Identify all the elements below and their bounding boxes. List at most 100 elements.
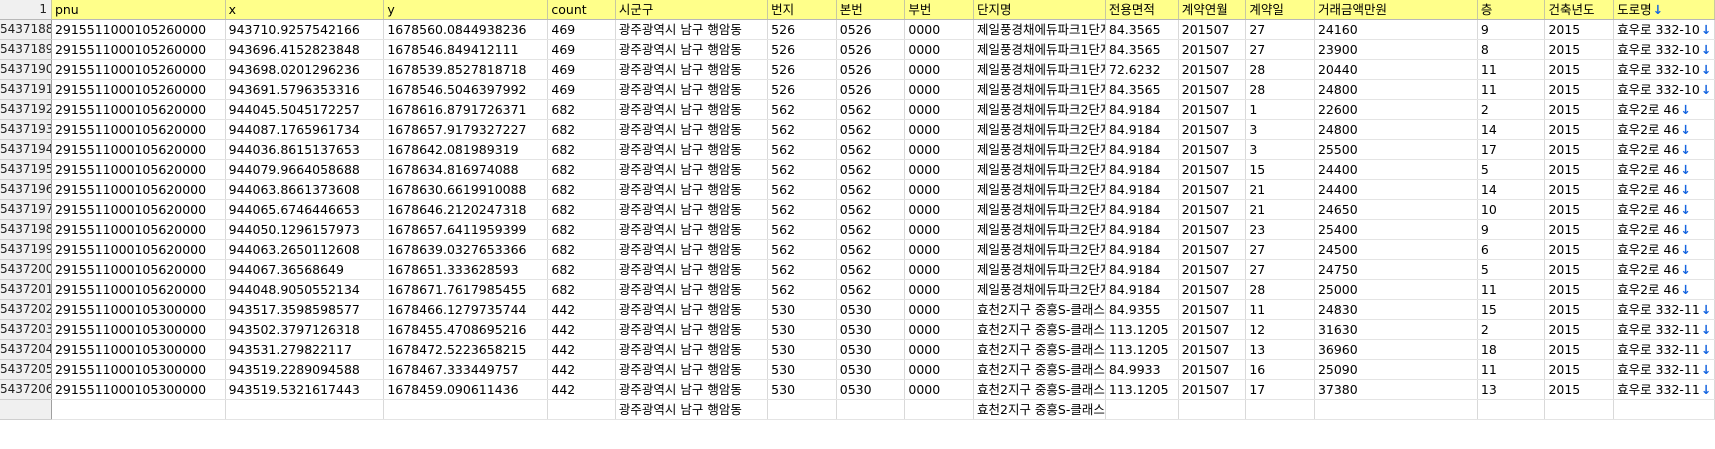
cell-bonbun[interactable]: 0530 bbox=[836, 379, 906, 401]
cell-count[interactable]: 442 bbox=[547, 319, 616, 341]
row-header[interactable]: 5437189 bbox=[0, 39, 52, 61]
cell-y[interactable]: 1678560.0844938236 bbox=[383, 19, 549, 41]
row-header[interactable]: 5437199 bbox=[0, 239, 52, 261]
cell-bubun[interactable]: 0000 bbox=[904, 79, 974, 101]
cell-contract-day[interactable]: 15 bbox=[1245, 159, 1315, 181]
cell-complex-name[interactable]: 효천2지구 중흥S-클래스 bbox=[973, 319, 1106, 341]
cell-contract-day[interactable]: 3 bbox=[1245, 139, 1315, 161]
cell-y[interactable]: 1678616.8791726371 bbox=[383, 99, 549, 121]
cell-floor[interactable]: 2 bbox=[1477, 99, 1546, 121]
cell-road-name[interactable]: 효우2로 46↓ bbox=[1613, 139, 1715, 161]
cell-bubun[interactable]: 0000 bbox=[904, 99, 974, 121]
cell-bonbun[interactable]: 0526 bbox=[836, 39, 906, 61]
cell-complex-name[interactable]: 효천2지구 중흥S-클래스 bbox=[973, 359, 1106, 381]
column-header-built-year[interactable]: 건축년도 bbox=[1544, 0, 1615, 21]
cell-pnu[interactable]: 2915511000105620000 bbox=[51, 119, 226, 141]
cell-bunji[interactable]: 526 bbox=[767, 19, 837, 41]
cell-y[interactable]: 1678455.4708695216 bbox=[383, 319, 549, 341]
cell-floor[interactable]: 9 bbox=[1477, 219, 1546, 241]
cell-floor[interactable]: 9 bbox=[1477, 19, 1546, 41]
cell-price[interactable]: 24800 bbox=[1314, 119, 1478, 141]
cell-y[interactable]: 1678642.081989319 bbox=[383, 139, 549, 161]
cell-y[interactable]: 1678546.849412111 bbox=[383, 39, 549, 61]
cell-contract-day[interactable]: 28 bbox=[1245, 279, 1315, 301]
row-header[interactable]: 5437190 bbox=[0, 59, 52, 81]
cell-count[interactable]: 682 bbox=[547, 139, 616, 161]
cell-contract-day[interactable]: 16 bbox=[1245, 359, 1315, 381]
cell-road-name[interactable]: 효우로 332-11↓ bbox=[1613, 299, 1715, 321]
cell-complex-name[interactable]: 제일풍경채에듀파크2단지 bbox=[973, 179, 1106, 201]
cell-road-name[interactable]: 효우로 332-10↓ bbox=[1613, 79, 1715, 101]
cell-built-year[interactable]: 2015 bbox=[1544, 319, 1615, 341]
cell-road-name[interactable]: 효우2로 46↓ bbox=[1613, 99, 1715, 121]
cell-bunji[interactable]: 562 bbox=[767, 239, 837, 261]
cell-bunji[interactable]: 530 bbox=[767, 359, 837, 381]
cell-x[interactable]: 944065.6746446653 bbox=[225, 199, 385, 221]
cell-bunji[interactable]: 530 bbox=[767, 339, 837, 361]
cell-bonbun[interactable]: 0526 bbox=[836, 79, 906, 101]
column-header-contract-day[interactable]: 계약일 bbox=[1245, 0, 1315, 21]
cell-complex-name[interactable]: 제일풍경채에듀파크2단지 bbox=[973, 199, 1106, 221]
cell-contract-day[interactable]: 13 bbox=[1245, 339, 1315, 361]
cell-built-year[interactable]: 2015 bbox=[1544, 39, 1615, 61]
cell-sigungu[interactable]: 광주광역시 남구 행암동 bbox=[615, 99, 769, 121]
cell-x[interactable]: 944067.36568649 bbox=[225, 259, 385, 281]
row-header[interactable]: 5437193 bbox=[0, 119, 52, 141]
cell-contract-ym[interactable]: 201507 bbox=[1178, 339, 1247, 361]
cell-road-name[interactable]: 효우2로 46↓ bbox=[1613, 239, 1715, 261]
cell-complex-name[interactable]: 제일풍경채에듀파크1단지 bbox=[973, 59, 1106, 81]
cell-x[interactable]: 943519.2289094588 bbox=[225, 359, 385, 381]
cell-road-name[interactable]: 효우2로 46↓ bbox=[1613, 219, 1715, 241]
row-header[interactable]: 5437205 bbox=[0, 359, 52, 381]
cell-sigungu[interactable]: 광주광역시 남구 행암동 bbox=[615, 379, 769, 401]
column-header-sigungu[interactable]: 시군구 bbox=[615, 0, 769, 21]
cell-bunji[interactable]: 530 bbox=[767, 319, 837, 341]
cell-sigungu[interactable]: 광주광역시 남구 행암동 bbox=[615, 59, 769, 81]
cell-count[interactable]: 682 bbox=[547, 219, 616, 241]
row-header[interactable]: 5437206 bbox=[0, 379, 52, 401]
cell-price[interactable]: 25400 bbox=[1314, 219, 1478, 241]
cell-built-year[interactable]: 2015 bbox=[1544, 239, 1615, 261]
cell-y[interactable] bbox=[383, 399, 549, 421]
cell-contract-ym[interactable]: 201507 bbox=[1178, 139, 1247, 161]
cell-floor[interactable] bbox=[1477, 399, 1546, 421]
cell-price[interactable]: 24830 bbox=[1314, 299, 1478, 321]
cell-contract-ym[interactable]: 201507 bbox=[1178, 19, 1247, 41]
cell-road-name[interactable]: 효우2로 46↓ bbox=[1613, 179, 1715, 201]
cell-floor[interactable]: 11 bbox=[1477, 79, 1546, 101]
cell-built-year[interactable]: 2015 bbox=[1544, 159, 1615, 181]
column-header-complex-name[interactable]: 단지명 bbox=[973, 0, 1106, 21]
cell-contract-day[interactable]: 23 bbox=[1245, 219, 1315, 241]
cell-y[interactable]: 1678634.816974088 bbox=[383, 159, 549, 181]
column-header-area[interactable]: 전용면적 bbox=[1105, 0, 1179, 21]
cell-price[interactable] bbox=[1314, 399, 1478, 421]
cell-floor[interactable]: 14 bbox=[1477, 119, 1546, 141]
cell-bonbun[interactable]: 0530 bbox=[836, 299, 906, 321]
cell-count[interactable] bbox=[547, 399, 616, 421]
cell-contract-day[interactable]: 11 bbox=[1245, 299, 1315, 321]
cell-price[interactable]: 25000 bbox=[1314, 279, 1478, 301]
cell-count[interactable]: 469 bbox=[547, 79, 616, 101]
cell-count[interactable]: 682 bbox=[547, 259, 616, 281]
cell-area[interactable]: 84.3565 bbox=[1105, 79, 1179, 101]
cell-bubun[interactable]: 0000 bbox=[904, 139, 974, 161]
cell-bunji[interactable]: 562 bbox=[767, 139, 837, 161]
cell-bonbun[interactable]: 0562 bbox=[836, 179, 906, 201]
cell-floor[interactable]: 5 bbox=[1477, 159, 1546, 181]
cell-built-year[interactable]: 2015 bbox=[1544, 99, 1615, 121]
row-header[interactable]: 5437204 bbox=[0, 339, 52, 361]
cell-y[interactable]: 1678539.8527818718 bbox=[383, 59, 549, 81]
cell-pnu[interactable]: 2915511000105620000 bbox=[51, 279, 226, 301]
cell-x[interactable]: 943698.0201296236 bbox=[225, 59, 385, 81]
cell-complex-name[interactable]: 효천2지구 중흥S-클래스 bbox=[973, 399, 1106, 421]
cell-count[interactable]: 469 bbox=[547, 59, 616, 81]
cell-floor[interactable]: 8 bbox=[1477, 39, 1546, 61]
cell-pnu[interactable]: 2915511000105260000 bbox=[51, 59, 226, 81]
cell-bunji[interactable]: 562 bbox=[767, 159, 837, 181]
cell-contract-ym[interactable]: 201507 bbox=[1178, 199, 1247, 221]
cell-pnu[interactable]: 2915511000105260000 bbox=[51, 39, 226, 61]
cell-complex-name[interactable]: 제일풍경채에듀파크1단지 bbox=[973, 79, 1106, 101]
cell-area[interactable]: 113.1205 bbox=[1105, 319, 1179, 341]
cell-complex-name[interactable]: 제일풍경채에듀파크2단지 bbox=[973, 259, 1106, 281]
cell-sigungu[interactable]: 광주광역시 남구 행암동 bbox=[615, 199, 769, 221]
